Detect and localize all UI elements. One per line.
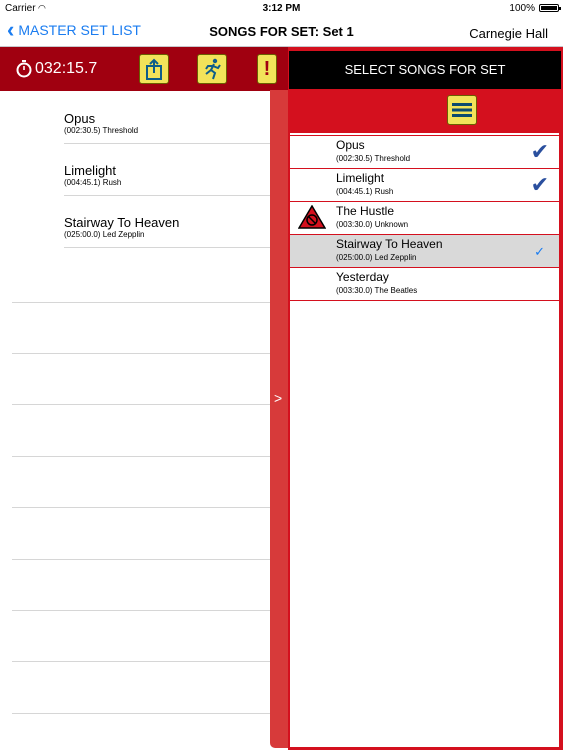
checkmark-icon: ✔ — [530, 172, 549, 197]
song-detail: (002:30.5) Threshold — [64, 126, 139, 135]
timer-value: 032:15.7 — [35, 60, 98, 77]
panel-header: SELECT SONGS FOR SET — [289, 51, 561, 89]
row-divider — [12, 610, 272, 611]
share-button[interactable] — [139, 54, 169, 84]
list-item[interactable]: The Hustle (003:30.0) Unknown — [290, 202, 559, 235]
list-item[interactable]: Opus (002:30.5) Threshold — [64, 92, 274, 144]
checkmark-icon: ✔ — [530, 139, 549, 164]
stopwatch-icon — [16, 60, 32, 78]
warning-icon — [298, 205, 326, 229]
song-title: Yesterday — [336, 270, 389, 284]
song-detail: (004:45.1) Rush — [336, 187, 394, 196]
row-divider — [12, 353, 272, 354]
row-divider — [12, 456, 272, 457]
song-title: Opus — [64, 111, 96, 126]
list-item[interactable]: Stairway To Heaven (025:00.0) Led Zeppli… — [290, 235, 559, 268]
list-item[interactable]: Limelight (004:45.1) Rush — [64, 144, 274, 196]
exclamation-icon: ! — [263, 57, 271, 80]
panel-handle[interactable]: > — [270, 90, 288, 748]
running-man-icon — [205, 58, 221, 80]
handle-chevron: > — [274, 390, 283, 406]
song-picker-list: Opus (002:30.5) Threshold ✔ Limelight (0… — [290, 133, 559, 747]
row-divider — [12, 507, 272, 508]
hamburger-menu-icon — [452, 103, 472, 117]
set-timer: 032:15.7 — [16, 60, 97, 78]
status-time: 3:12 PM — [262, 3, 301, 14]
song-title: Stairway To Heaven — [336, 237, 443, 251]
row-divider — [12, 404, 272, 405]
song-detail: (025:00.0) Led Zepplin — [64, 230, 145, 239]
alert-button[interactable]: ! — [257, 54, 277, 84]
battery-icon — [539, 4, 561, 12]
row-divider — [12, 302, 272, 303]
song-title: Limelight — [336, 171, 385, 185]
navigation-bar: ‹ MASTER SET LIST SONGS FOR SET: Set 1 C… — [0, 16, 563, 47]
list-item[interactable]: Limelight (004:45.1) Rush ✔ — [290, 169, 559, 202]
checkmark-icon: ✓ — [534, 244, 545, 259]
song-title: The Hustle — [336, 204, 395, 218]
list-item[interactable]: Yesterday (003:30.0) The Beatles — [290, 268, 559, 301]
song-detail: (003:30.0) Unknown — [336, 220, 409, 229]
list-item[interactable]: Stairway To Heaven (025:00.0) Led Zeppli… — [64, 196, 274, 248]
status-bar: Carrier ◠ 3:12 PM 100% — [0, 0, 563, 16]
song-title: Limelight — [64, 163, 117, 178]
song-detail: (003:30.0) The Beatles — [336, 286, 418, 295]
song-title: Opus — [336, 138, 365, 152]
menu-button[interactable] — [447, 95, 477, 125]
song-detail: (025:00.0) Led Zepplin — [336, 253, 417, 262]
song-title: Stairway To Heaven — [64, 215, 180, 230]
select-songs-panel: SELECT SONGS FOR SET Opus (002:30.5) Thr… — [288, 47, 563, 750]
song-detail: (004:45.1) Rush — [64, 178, 122, 187]
perform-button[interactable] — [197, 54, 227, 84]
toolbar: 032:15.7 ! — [0, 47, 288, 91]
venue-label: Carnegie Hall — [469, 26, 548, 41]
row-divider — [12, 661, 272, 662]
row-divider — [12, 713, 272, 714]
song-detail: (002:30.5) Threshold — [336, 154, 411, 163]
battery-percent: 100% — [509, 3, 535, 14]
row-divider — [12, 559, 272, 560]
share-icon — [146, 58, 162, 80]
list-item[interactable]: Opus (002:30.5) Threshold ✔ — [290, 136, 559, 169]
